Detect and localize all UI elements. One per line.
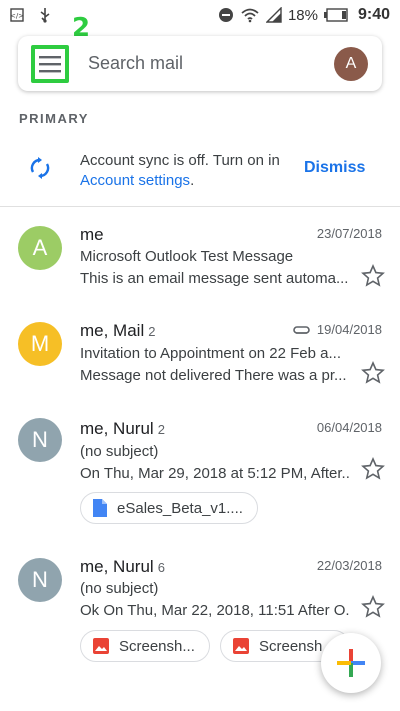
date-text: 19/04/2018: [316, 322, 382, 337]
attachment-chip[interactable]: eSales_Beta_v1....: [80, 492, 258, 524]
date-text: 22/03/2018: [316, 558, 382, 573]
do-not-disturb-icon: [218, 7, 234, 23]
email-sender: me, Nurul 6: [80, 557, 165, 577]
attachment-name: eSales_Beta_v1....: [117, 499, 243, 517]
sync-text-part2: .: [190, 172, 195, 189]
plus-icon: [337, 649, 365, 677]
email-snippet: This is an email message sent automa...: [80, 270, 349, 287]
star-icon[interactable]: [361, 264, 385, 288]
star-icon[interactable]: [361, 595, 385, 619]
sender-avatar[interactable]: M: [18, 322, 62, 366]
email-row[interactable]: N me, Nurul 2 06/04/2018 (no subject) On …: [0, 404, 400, 544]
status-right: 18% 9:40: [218, 6, 390, 24]
email-date: 23/07/2018: [317, 226, 382, 241]
email-subject: Invitation to Appointment on 22 Feb a...: [80, 345, 342, 362]
account-avatar[interactable]: A: [334, 46, 368, 81]
sender-avatar[interactable]: N: [18, 558, 62, 602]
sync-text-part1: Account sync is off. Turn on in: [80, 152, 280, 169]
attachment-name: Screensh...: [119, 637, 195, 655]
email-sender: me, Nurul 2: [80, 419, 165, 439]
signal-icon: [265, 7, 282, 23]
sender-name: me, Nurul: [80, 557, 154, 576]
email-date: 06/04/2018: [317, 420, 382, 435]
email-row[interactable]: M me, Mail 2 19/04/2018 Invitation to App…: [0, 306, 400, 401]
dismiss-button[interactable]: Dismiss: [304, 159, 365, 177]
image-icon: [93, 638, 109, 654]
sync-message: Account sync is off. Turn on in Account …: [80, 151, 290, 191]
email-subject: (no subject): [80, 443, 159, 460]
date-text: 06/04/2018: [316, 420, 382, 435]
sender-avatar[interactable]: N: [18, 418, 62, 462]
status-bar: </> 18% 9:40: [0, 0, 400, 30]
email-date: 19/04/2018: [293, 322, 382, 337]
usb-icon: [38, 7, 52, 23]
date-text: 23/07/2018: [316, 226, 382, 241]
menu-highlight-box: [31, 44, 69, 83]
divider: [0, 206, 400, 207]
thread-count: 2: [148, 324, 156, 339]
svg-text:</>: </>: [10, 12, 24, 20]
email-subject: (no subject): [80, 580, 159, 597]
email-date: 22/03/2018: [317, 558, 382, 573]
star-icon[interactable]: [361, 457, 385, 481]
battery-percent: 18%: [287, 6, 318, 24]
email-snippet: On Thu, Mar 29, 2018 at 5:12 PM, After..…: [80, 465, 350, 482]
sender-name: me, Mail: [80, 321, 145, 340]
battery-icon: [323, 8, 348, 22]
status-time: 9:40: [357, 6, 390, 23]
attachment-icon: [293, 325, 310, 334]
compose-button[interactable]: [321, 633, 381, 693]
code-icon: </>: [10, 8, 24, 22]
wifi-icon: [240, 7, 260, 23]
email-sender: me, Mail 2: [80, 321, 155, 341]
attachment-chip[interactable]: Screensh...: [80, 630, 210, 662]
star-icon[interactable]: [361, 361, 385, 385]
email-row[interactable]: A me 23/07/2018 Microsoft Outlook Test M…: [0, 208, 400, 303]
search-bar[interactable]: Search mail A: [18, 36, 382, 91]
thread-count: 2: [157, 422, 165, 437]
email-sender: me: [80, 225, 108, 245]
search-input[interactable]: Search mail: [88, 53, 334, 74]
section-label-primary: PRIMARY: [19, 111, 89, 126]
email-snippet: Message not delivered There was a pr...: [80, 367, 347, 384]
menu-button[interactable]: [26, 40, 74, 88]
image-icon: [233, 638, 249, 654]
sender-name: me, Nurul: [80, 419, 154, 438]
sender-name: me: [80, 225, 104, 244]
account-settings-link[interactable]: Account settings: [80, 172, 190, 189]
sync-icon: [30, 157, 50, 179]
email-subject: Microsoft Outlook Test Message: [80, 248, 294, 265]
email-snippet: Ok On Thu, Mar 22, 2018, 11:51 After O..…: [80, 602, 350, 619]
attachment-name: Screensh: [259, 637, 323, 655]
sender-avatar[interactable]: A: [18, 226, 62, 270]
status-left: </>: [10, 7, 52, 23]
document-icon: [93, 499, 107, 517]
thread-count: 6: [157, 560, 165, 575]
sync-banner: Account sync is off. Turn on in Account …: [0, 140, 400, 206]
